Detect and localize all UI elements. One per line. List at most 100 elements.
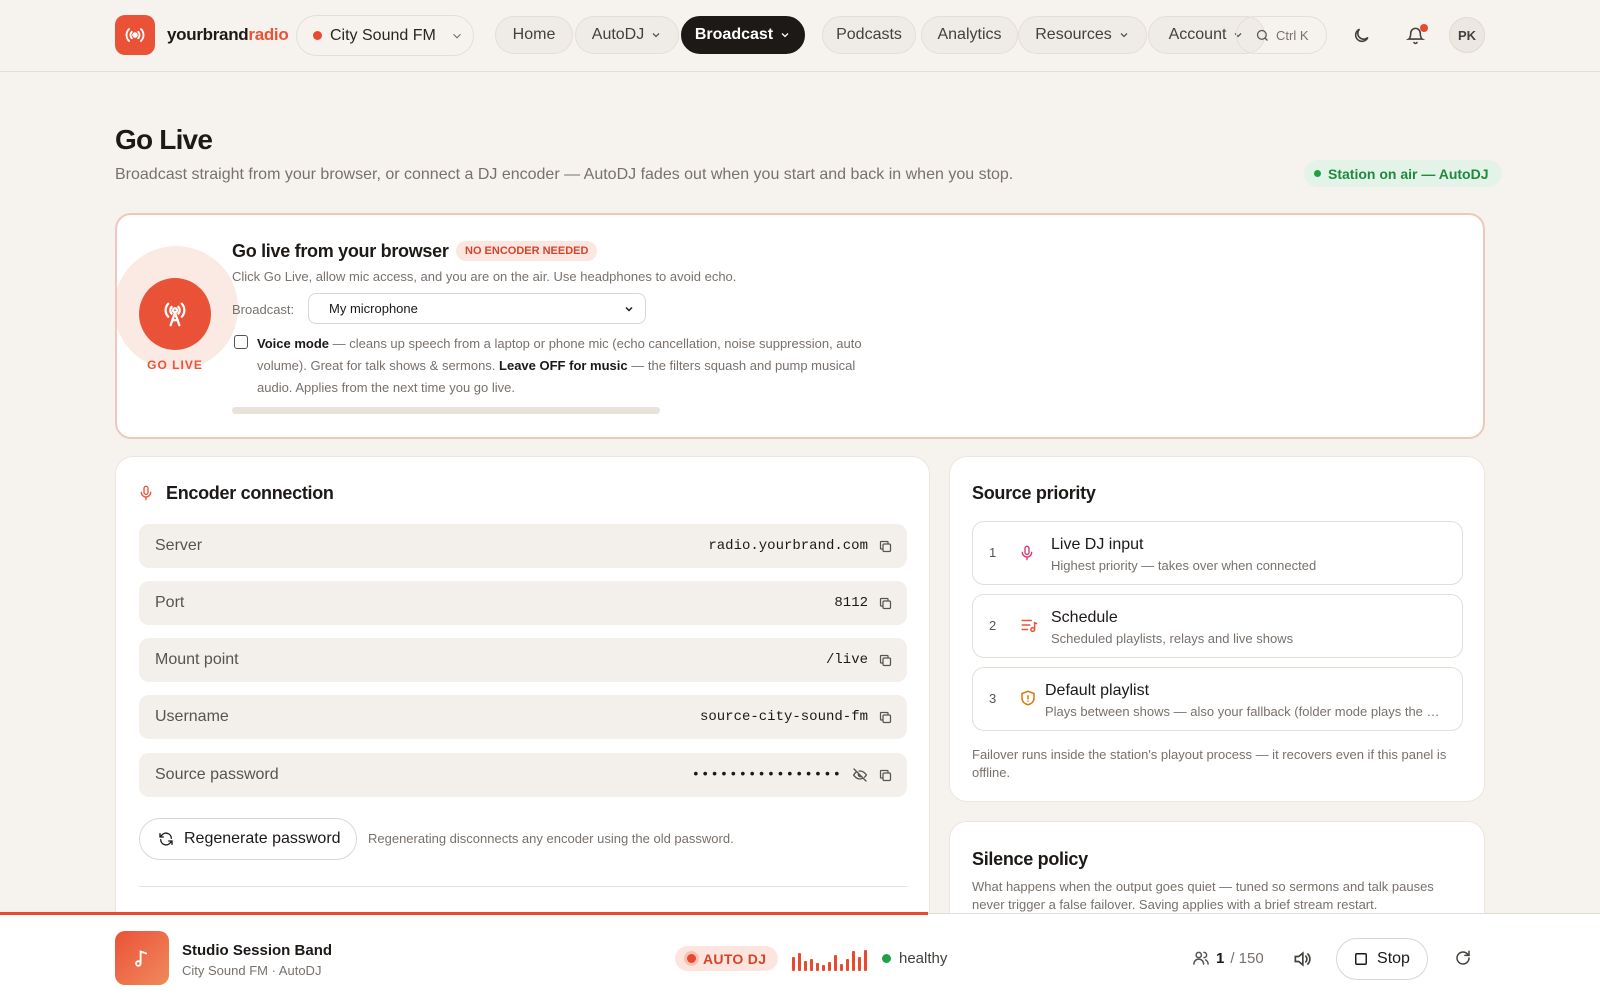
notification-dot bbox=[1420, 24, 1428, 32]
stop-button[interactable]: Stop bbox=[1336, 938, 1428, 980]
voice-mode-warning: Leave OFF for music bbox=[499, 358, 628, 373]
copy-icon[interactable] bbox=[878, 710, 893, 725]
field-source-password: Source password •••••••••••••••• bbox=[139, 753, 907, 797]
silence-policy-description: What happens when the output goes quiet … bbox=[972, 879, 1434, 912]
eye-off-icon[interactable] bbox=[852, 767, 868, 783]
mic-icon bbox=[1019, 543, 1035, 563]
voice-mode-label: Voice mode bbox=[257, 336, 330, 351]
nav-tab-label: Home bbox=[512, 26, 556, 43]
copy-icon[interactable] bbox=[878, 596, 893, 611]
stop-square-icon bbox=[1354, 952, 1368, 966]
nav-tab-label: Podcasts bbox=[836, 26, 902, 43]
refresh-icon bbox=[1454, 949, 1472, 967]
source-name: Default playlist bbox=[1045, 682, 1150, 699]
search-button[interactable]: Ctrl K bbox=[1236, 16, 1327, 54]
field-actions: radio.yourbrand.com bbox=[708, 538, 893, 554]
refresh-icon bbox=[158, 831, 174, 847]
chevron-down-icon bbox=[450, 29, 464, 43]
nav-tab-analytics[interactable]: Analytics bbox=[921, 16, 1018, 54]
nav-tab-label: Account bbox=[1168, 26, 1227, 43]
on-air-dot-icon bbox=[1314, 170, 1321, 177]
theme-toggle-button[interactable] bbox=[1342, 16, 1380, 54]
nav-tab-label: Resources bbox=[1035, 26, 1112, 43]
field-label: Username bbox=[155, 708, 229, 725]
field-value: source-city-sound-fm bbox=[699, 709, 868, 725]
encoder-title: Encoder connection bbox=[166, 483, 334, 503]
live-dot-icon bbox=[687, 954, 696, 963]
source-description: Scheduled playlists, relays and live sho… bbox=[1051, 631, 1294, 646]
regenerate-password-button[interactable]: Regenerate password bbox=[139, 818, 357, 860]
field-label: Port bbox=[155, 594, 185, 611]
music-note-icon bbox=[131, 947, 153, 969]
no-encoder-badge: NO ENCODER NEEDED bbox=[456, 241, 598, 261]
field-value: •••••••••••••••• bbox=[691, 767, 842, 783]
broadcast-source-value: My microphone bbox=[329, 301, 418, 316]
nav-tab-label: Broadcast bbox=[694, 26, 774, 43]
field-value: radio.yourbrand.com bbox=[708, 538, 868, 554]
listener-current: 1 bbox=[1216, 949, 1225, 967]
source-description: Plays between shows — also your fallback… bbox=[1045, 704, 1445, 719]
nav-tab-label: AutoDJ bbox=[591, 26, 645, 43]
volume-button[interactable] bbox=[1292, 949, 1312, 969]
playback-progress-bar bbox=[0, 912, 928, 915]
nav-tab-broadcast[interactable]: Broadcast bbox=[681, 16, 805, 54]
volume-icon bbox=[1292, 949, 1312, 969]
go-live-description: Click Go Live, allow mic access, and you… bbox=[232, 269, 737, 284]
station-selector[interactable]: City Sound FM bbox=[296, 15, 474, 56]
source-item-live-dj-input: 1 Live DJ input Highest priority — takes o… bbox=[972, 521, 1463, 585]
voice-mode-checkbox[interactable] bbox=[234, 335, 248, 349]
field-actions: /live bbox=[826, 652, 893, 668]
player-bar: Studio Session Band City Sound FM · Auto… bbox=[0, 912, 1600, 1000]
priority-number: 1 bbox=[989, 545, 997, 560]
nav-tab-resources[interactable]: Resources bbox=[1018, 16, 1147, 54]
field-username: Username source-city-sound-fm bbox=[139, 695, 907, 739]
broadcast-tower-icon bbox=[160, 299, 190, 329]
chevron-down-icon bbox=[779, 29, 791, 41]
source-item-default-playlist: 3 Default playlist Plays between shows — a… bbox=[972, 667, 1463, 731]
priority-number: 3 bbox=[989, 691, 997, 706]
source-priority-card: Source priority 1 Live DJ input Highest pr… bbox=[949, 456, 1485, 802]
brand[interactable]: yourbrandradio bbox=[115, 15, 289, 55]
stream-health: healthy bbox=[882, 950, 947, 967]
field-actions: 8112 bbox=[834, 595, 893, 611]
user-avatar[interactable]: PK bbox=[1449, 17, 1485, 53]
nav-tab-autodj[interactable]: AutoDJ bbox=[575, 16, 679, 54]
broadcast-source-select[interactable]: My microphone bbox=[308, 293, 646, 324]
shield-icon bbox=[1019, 689, 1037, 707]
source-name: Live DJ input bbox=[1051, 536, 1144, 553]
page-subtitle: Broadcast straight from your browser, or… bbox=[115, 166, 1014, 183]
copy-icon[interactable] bbox=[878, 653, 893, 668]
mic-level-meter bbox=[232, 407, 660, 414]
field-actions: source-city-sound-fm bbox=[700, 709, 893, 725]
nav-tab-home[interactable]: Home bbox=[495, 16, 573, 54]
go-live-button[interactable] bbox=[139, 278, 211, 350]
source-description: Highest priority — takes over when conne… bbox=[1051, 558, 1317, 573]
health-dot-icon bbox=[882, 954, 891, 963]
auto-dj-badge: AUTO DJ bbox=[675, 946, 779, 971]
page-title: Go Live bbox=[115, 124, 213, 155]
copy-icon[interactable] bbox=[878, 768, 893, 783]
field-label: Server bbox=[155, 537, 203, 554]
track-subtitle: City Sound FM · AutoDJ bbox=[182, 963, 322, 978]
brand-name: yourbrandradio bbox=[167, 25, 289, 44]
failover-note: Failover runs inside the station's playo… bbox=[972, 747, 1447, 780]
station-status-text: Station on air — AutoDJ bbox=[1328, 165, 1489, 182]
live-dot-icon bbox=[313, 31, 322, 40]
priority-number: 2 bbox=[989, 618, 997, 633]
users-icon bbox=[1192, 949, 1210, 967]
source-item-schedule: 2 Schedule Scheduled playlists, relays and… bbox=[972, 594, 1463, 658]
notifications-button[interactable] bbox=[1396, 16, 1434, 54]
nav-tab-label: Analytics bbox=[937, 26, 1002, 43]
reload-stream-button[interactable] bbox=[1454, 949, 1472, 967]
stream-health-text: healthy bbox=[899, 950, 948, 967]
search-shortcut: Ctrl K bbox=[1276, 27, 1309, 43]
copy-icon[interactable] bbox=[878, 539, 893, 554]
audio-waveform-icon bbox=[792, 950, 867, 971]
nav-tab-podcasts[interactable]: Podcasts bbox=[822, 16, 916, 54]
moon-icon bbox=[1352, 26, 1371, 45]
regenerate-password-note: Regenerating disconnects any encoder usi… bbox=[368, 831, 734, 846]
broadcast-source-label: Broadcast: bbox=[232, 302, 295, 317]
track-title: Studio Session Band bbox=[182, 942, 333, 959]
field-value: 8112 bbox=[834, 595, 868, 611]
divider bbox=[139, 886, 907, 887]
